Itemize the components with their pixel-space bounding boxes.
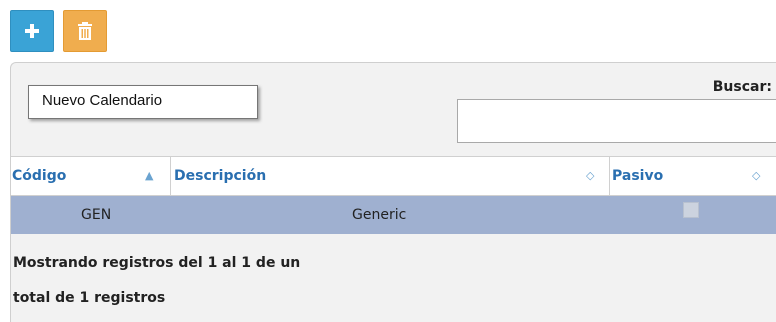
- delete-button[interactable]: [63, 10, 107, 52]
- table-info: Mostrando registros del 1 al 1 de un tot…: [13, 246, 300, 316]
- cell-codigo: GEN: [81, 207, 112, 223]
- add-calendar-button[interactable]: [10, 10, 54, 52]
- table-info-line1: Mostrando registros del 1 al 1 de un: [13, 255, 301, 271]
- column-header-pasivo[interactable]: Pasivo ◇: [612, 157, 776, 195]
- table-info-line2: total de 1 registros: [13, 290, 166, 306]
- column-header-codigo[interactable]: Código ▲: [12, 157, 171, 195]
- column-label-pasivo: Pasivo: [612, 168, 664, 184]
- sort-ascending-icon: ▲: [145, 169, 154, 182]
- tooltip: Nuevo Calendario: [28, 85, 258, 119]
- sort-both-icon: ◇: [752, 169, 761, 182]
- plus-icon: [25, 24, 39, 38]
- calendar-table-panel: Buscar: Código ▲ Descripción ◇ Pasivo ◇ …: [10, 62, 776, 322]
- table-header: Código ▲ Descripción ◇ Pasivo ◇: [11, 156, 776, 196]
- cell-descripcion: Generic: [352, 207, 407, 223]
- search-label: Buscar:: [712, 79, 772, 95]
- column-label-descripcion: Descripción: [174, 168, 267, 184]
- pasivo-checkbox[interactable]: [683, 202, 699, 218]
- trash-icon: [78, 22, 92, 40]
- column-label-codigo: Código: [12, 168, 67, 184]
- sort-both-icon: ◇: [586, 169, 595, 182]
- search-input[interactable]: [457, 99, 776, 143]
- table-row[interactable]: GEN Generic: [11, 196, 776, 234]
- toolbar: [10, 10, 107, 52]
- column-header-descripcion[interactable]: Descripción ◇: [172, 157, 610, 195]
